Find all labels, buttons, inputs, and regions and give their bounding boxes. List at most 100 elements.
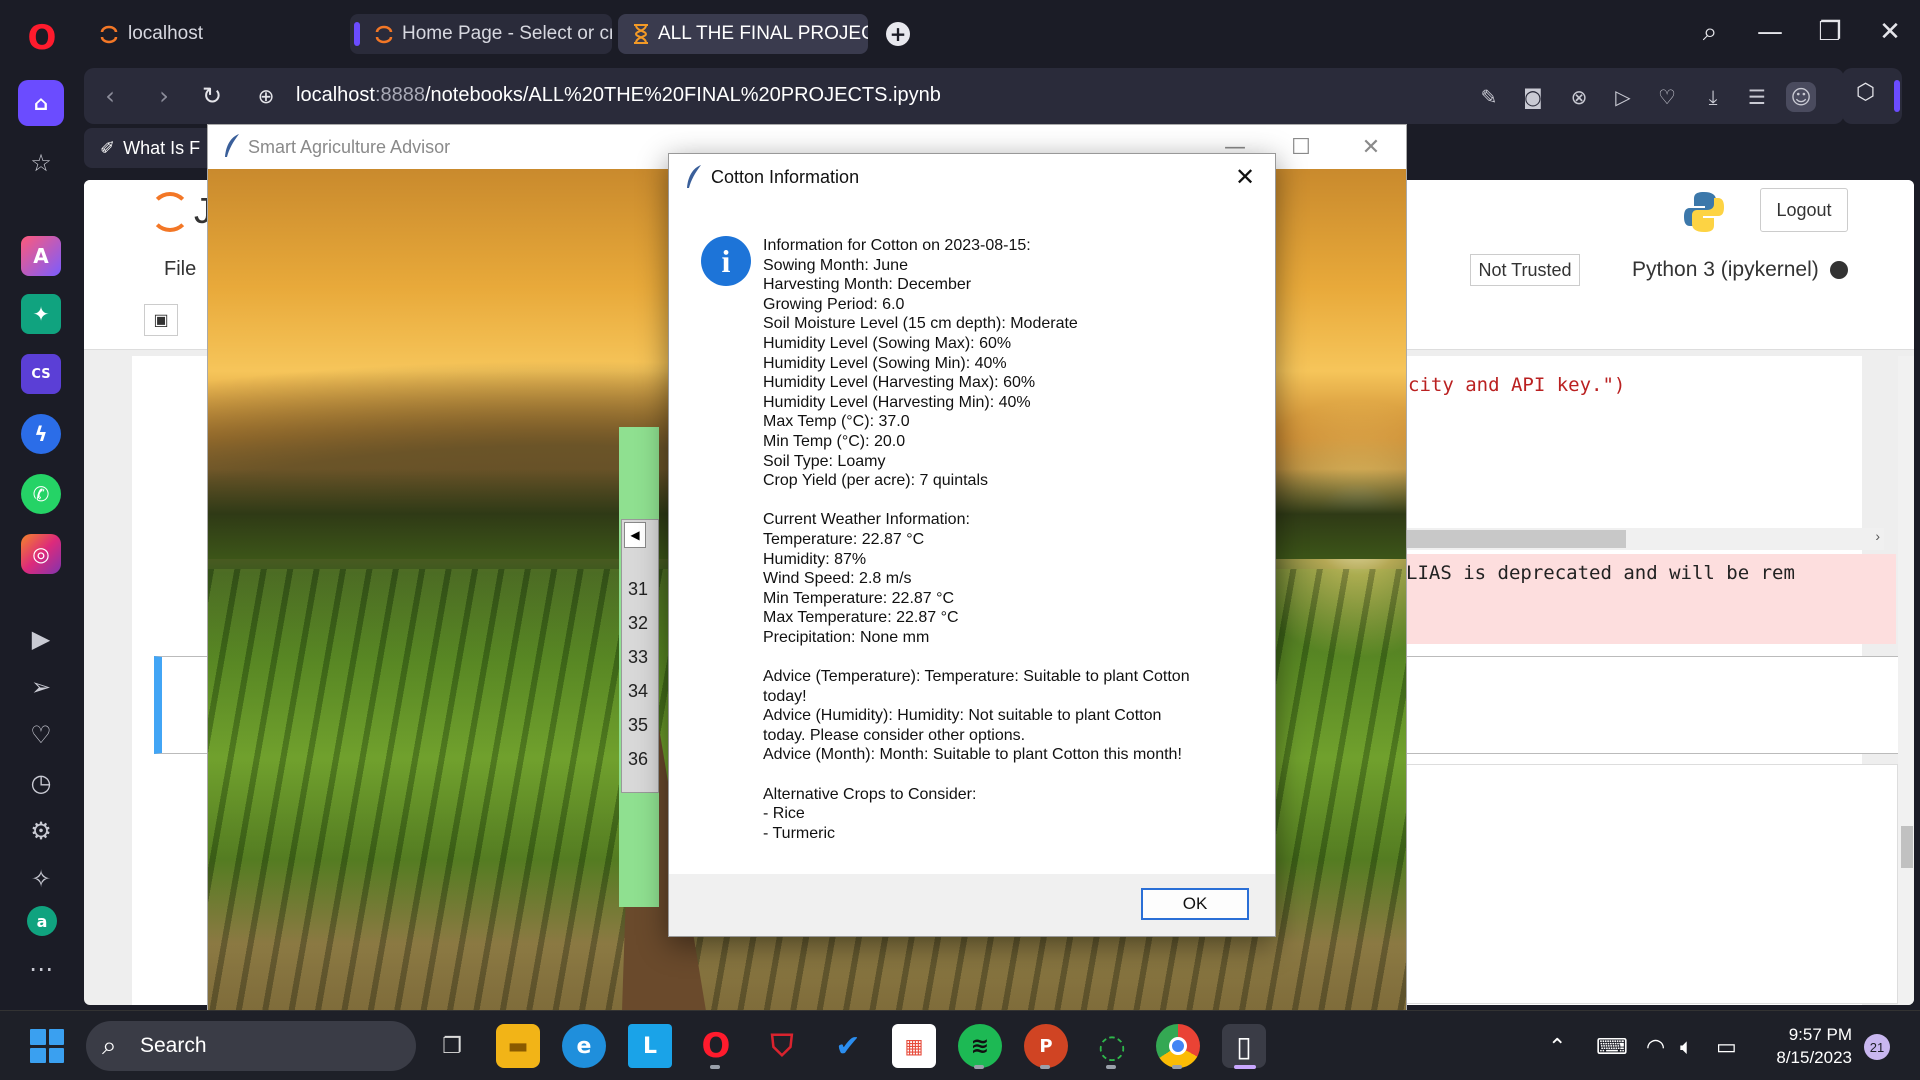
notification-badge[interactable]: 21 [1864,1034,1890,1060]
tk-close-icon[interactable]: ✕ [1348,131,1394,163]
opera-logo-icon[interactable]: O [22,18,62,58]
reload-icon[interactable]: ↻ [194,78,230,114]
whatsapp-icon[interactable]: ✆ [21,474,61,514]
tab-label: localhost [128,23,203,44]
dialog-close-icon[interactable]: ✕ [1225,160,1265,194]
easy-setup-icon[interactable]: ☰ [1742,82,1772,112]
windows-start-icon[interactable] [30,1029,64,1063]
dialog-line [763,647,1263,667]
logout-button[interactable]: Logout [1760,188,1848,232]
restore-icon[interactable]: ❐ [1810,14,1850,50]
dialog-line: Crop Yield (per acre): 7 quintals [763,472,988,490]
extensions-cube-icon[interactable]: ⬡ [1856,80,1875,105]
play-icon[interactable]: ▷ [1608,82,1638,112]
bookmark-label: What Is F [123,137,201,158]
close-icon[interactable]: ✕ [1870,14,1910,50]
home-icon[interactable]: ⌂ [18,80,64,126]
dialog-line: Soil Type: Loamy [763,452,886,470]
green-circle-app-icon[interactable]: ◌ [1090,1024,1134,1068]
tips-bulb-icon[interactable]: ✧ [18,856,64,902]
running-indicator [1106,1065,1116,1069]
tk-feather-icon [225,134,239,157]
code-cell[interactable] [1404,656,1904,754]
scroll-left-arrow-icon[interactable]: ◀ [624,522,646,548]
code-cell-next[interactable] [1404,764,1898,1004]
player-icon[interactable]: ▶ [18,616,64,662]
speed-dial-star-icon[interactable]: ☆ [18,140,64,186]
dialog-title: Cotton Information [711,167,860,187]
todo-check-icon[interactable]: ✔ [826,1024,870,1068]
volume-icon[interactable]: 🔈︎ [1680,1035,1693,1060]
instagram-icon[interactable]: ◎ [21,534,61,574]
profile-icon[interactable]: ☺ [1786,82,1816,112]
chatgpt-icon[interactable]: ✦ [21,294,61,334]
menu-file[interactable]: File [164,258,196,281]
search-tabs-icon[interactable]: ⌕ [1690,14,1730,50]
adblock-icon[interactable]: ⊗ [1564,82,1594,112]
tab-final-projects[interactable]: ALL THE FINAL PROJECTS [618,14,868,54]
aria-icon[interactable]: A [21,236,61,276]
dialog-line: today! [763,687,807,705]
amazon-icon[interactable]: a [27,906,57,936]
output-horizontal-scrollbar[interactable]: › [1404,528,1884,550]
spotify-icon[interactable]: ≋ [958,1024,1002,1068]
mcafee-icon[interactable]: ⛉ [760,1024,804,1068]
ok-button[interactable]: OK [1141,888,1249,920]
site-info-globe-icon[interactable]: ⊕ [248,78,284,114]
more-dots-icon[interactable]: ⋯ [18,946,64,992]
edit-icon[interactable]: ✎ [1474,82,1504,112]
powerpoint-icon[interactable]: P [1024,1024,1068,1068]
save-icon[interactable]: ▣ [144,304,178,336]
minimize-icon[interactable]: — [1750,14,1790,50]
search-label: Search [140,1034,207,1057]
keyboard-icon[interactable]: ⌨ [1596,1035,1628,1060]
page-vertical-scrollbar[interactable] [1898,356,1914,1005]
edge-icon[interactable]: e [562,1024,606,1068]
url-field[interactable]: localhost:8888/notebooks/ALL%20THE%20FIN… [296,84,941,107]
tab-home-page[interactable]: Home Page - Select or cre [350,14,612,54]
microsoft-store-icon[interactable]: ▦ [892,1024,936,1068]
camera-icon[interactable]: ◙ [1518,82,1548,112]
download-icon[interactable]: ⤓ [1698,82,1728,112]
battery-icon[interactable]: ▭ [1716,1035,1737,1060]
heart-icon[interactable]: ♡ [1652,82,1682,112]
settings-gear-icon[interactable]: ⚙ [18,808,64,854]
show-hidden-icons-chevron-icon[interactable]: ⌃ [1548,1035,1566,1060]
taskbar-search[interactable]: ⌕ Search [86,1021,416,1071]
file-explorer-icon[interactable]: ▬ [496,1024,540,1068]
dialog-line: Growing Period: 6.0 [763,295,905,313]
warning-fragment: LIAS is deprecated and will be rem [1406,562,1795,584]
dialog-line: - Turmeric [763,824,835,842]
dialog-line: Sowing Month: June [763,256,908,274]
running-indicator [1040,1065,1050,1069]
messenger-icon[interactable]: ϟ [21,414,61,454]
dialog-line: Wind Speed: 2.8 m/s [763,570,912,588]
scroll-thumb[interactable] [1404,530,1626,548]
notepad-icon[interactable]: ▯ [1222,1024,1266,1068]
dialog-line [763,491,1263,511]
opera-taskbar-icon[interactable]: O [694,1024,738,1068]
dialog-line: Advice (Temperature): Temperature: Suita… [763,668,1190,686]
scroll-thumb[interactable] [1901,826,1913,868]
wifi-icon[interactable]: ◠ [1646,1035,1665,1060]
dialog-line: Advice (Humidity): Humidity: Not suitabl… [763,707,1162,725]
not-trusted-badge[interactable]: Not Trusted [1470,254,1580,286]
task-view-icon[interactable]: ❐ [430,1024,474,1068]
flow-send-icon[interactable]: ➢ [18,664,64,710]
forward-arrow-icon[interactable]: › [146,78,182,114]
back-arrow-icon[interactable]: ‹ [92,78,128,114]
selected-cell-edge[interactable] [154,656,214,754]
new-tab-plus-icon[interactable]: + [886,22,910,46]
jupyter-logo-icon[interactable] [150,192,190,232]
tk-maximize-icon[interactable]: ☐ [1278,131,1324,163]
chrome-icon[interactable] [1156,1024,1200,1068]
extensions-area: ⬡ [1842,68,1902,124]
scroll-right-arrow-icon[interactable]: › [1875,528,1880,544]
system-clock[interactable]: 9:57 PM 8/15/2023 [1756,1023,1852,1069]
results-table[interactable]: ◀ 31 32 33 34 35 36 [621,519,659,793]
l-app-icon[interactable]: L [628,1024,672,1068]
chatsonic-icon[interactable]: CS [21,354,61,394]
tab-localhost[interactable]: localhost [84,14,334,54]
pinboard-heart-icon[interactable]: ♡ [18,712,64,758]
history-clock-icon[interactable]: ◷ [18,760,64,806]
